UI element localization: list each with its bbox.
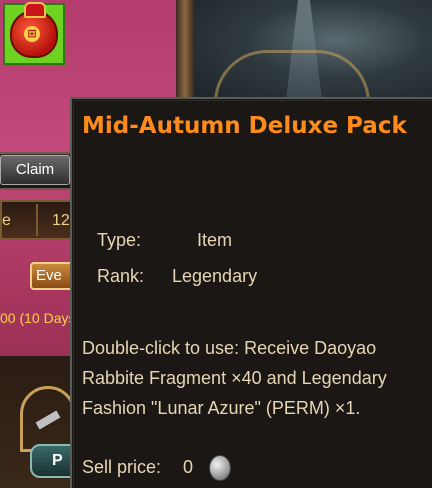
- type-label: Type:: [97, 230, 142, 250]
- item-tooltip: Mid-Autumn Deluxe Pack Type: Item Rank: …: [70, 97, 432, 488]
- row-divider: [36, 204, 38, 236]
- row-label: e: [2, 212, 11, 229]
- item-description: Double-click to use: Receive Daoyao Rabb…: [82, 338, 387, 418]
- rank-label: Rank:: [97, 266, 145, 286]
- scene-artwork: [194, 0, 432, 103]
- sell-price-label: Sell price:: [82, 457, 162, 477]
- duration-text: 00 (10 Days: [0, 310, 76, 326]
- tooltip-inner-border: [73, 100, 432, 488]
- sell-price-value: 0: [183, 457, 194, 477]
- panel-frame: [176, 0, 194, 100]
- gold-ornament: [214, 50, 370, 103]
- bag-knot: [24, 2, 46, 18]
- row-value: 12: [52, 212, 70, 229]
- type-value: Item: [197, 230, 233, 250]
- item-slot[interactable]: ⊞: [3, 2, 65, 65]
- bag-seal: ⊞: [24, 26, 40, 42]
- claim-button[interactable]: Claim: [0, 155, 70, 185]
- gift-bag-icon: ⊞: [10, 2, 58, 58]
- rank-value: Legendary: [172, 266, 258, 286]
- item-title: Mid-Autumn Deluxe Pack: [82, 113, 407, 139]
- silver-coin-icon: [209, 455, 231, 481]
- reward-row: e 12: [0, 200, 80, 240]
